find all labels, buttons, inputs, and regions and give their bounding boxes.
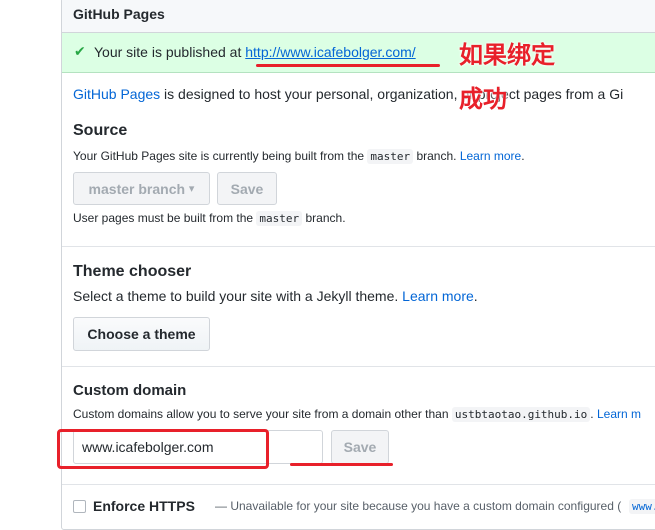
published-url-link[interactable]: http://www.icafebolger.com/ bbox=[245, 44, 415, 60]
source-save-button[interactable]: Save bbox=[217, 172, 277, 205]
enforce-https-note: — Unavailable for your site because you … bbox=[215, 499, 622, 513]
custom-domain-note-prefix: Custom domains allow you to serve your s… bbox=[73, 407, 452, 421]
annotation-underline-save bbox=[290, 463, 393, 466]
theme-desc: Select a theme to build your site with a… bbox=[73, 288, 478, 304]
chevron-down-icon: ▾ bbox=[188, 183, 195, 195]
check-icon: ✔ bbox=[74, 43, 86, 59]
custom-domain-save-button[interactable]: Save bbox=[331, 430, 389, 464]
custom-domain-note: Custom domains allow you to serve your s… bbox=[73, 407, 641, 422]
section-divider bbox=[62, 484, 655, 485]
choose-theme-button[interactable]: Choose a theme bbox=[73, 317, 210, 351]
published-flash: ✔ Your site is published at http://www.i… bbox=[62, 33, 655, 73]
source-hint-prefix: User pages must be built from the bbox=[73, 211, 257, 225]
source-learn-more-dot: . bbox=[521, 149, 525, 163]
annotation-text-line1: 如果绑定 bbox=[459, 41, 555, 69]
source-hint: User pages must be built from the master… bbox=[73, 211, 346, 226]
section-divider bbox=[62, 246, 655, 247]
enforce-https-label: Enforce HTTPS bbox=[93, 498, 195, 514]
custom-domain-learn-more-link[interactable]: Learn m bbox=[597, 407, 641, 421]
enforce-https-checkbox[interactable] bbox=[73, 500, 86, 513]
annotation-text-line2: 成功 bbox=[459, 85, 507, 113]
source-hint-suffix: branch. bbox=[302, 211, 346, 225]
source-note-suffix: branch. bbox=[413, 149, 460, 163]
published-prefix: Your site is published at bbox=[94, 44, 246, 60]
source-note: Your GitHub Pages site is currently bein… bbox=[73, 149, 525, 164]
published-message: Your site is published at http://www.ica… bbox=[94, 44, 416, 60]
theme-learn-more-dot: . bbox=[473, 288, 478, 304]
source-heading: Source bbox=[73, 122, 128, 139]
source-note-prefix: Your GitHub Pages site is currently bein… bbox=[73, 149, 368, 163]
custom-domain-note-code: ustbtaotao.github.io bbox=[451, 407, 591, 422]
pages-intro: GitHub Pages is designed to host your pe… bbox=[73, 86, 623, 102]
source-hint-code: master bbox=[256, 211, 303, 226]
theme-desc-prefix: Select a theme to build your site with a… bbox=[73, 288, 403, 304]
branch-select-label: master branch bbox=[88, 180, 186, 197]
theme-heading: Theme chooser bbox=[73, 263, 192, 280]
theme-learn-more-link[interactable]: Learn more bbox=[402, 288, 474, 304]
source-learn-more-link[interactable]: Learn more bbox=[460, 149, 521, 163]
pages-intro-text: is designed to host your personal, organ… bbox=[160, 86, 624, 102]
section-divider bbox=[62, 366, 655, 367]
enforce-https-code: www. bbox=[629, 499, 655, 514]
source-note-code: master bbox=[367, 149, 414, 164]
annotation-box-domain bbox=[57, 429, 269, 469]
annotation-underline-url bbox=[256, 64, 440, 67]
custom-domain-note-suffix: . bbox=[590, 407, 597, 421]
panel-header: GitHub Pages bbox=[62, 0, 655, 33]
github-pages-link[interactable]: GitHub Pages bbox=[73, 86, 160, 102]
branch-select[interactable]: master branch ▾ bbox=[73, 172, 210, 205]
panel-title: GitHub Pages bbox=[73, 6, 165, 22]
custom-domain-heading: Custom domain bbox=[73, 382, 187, 399]
